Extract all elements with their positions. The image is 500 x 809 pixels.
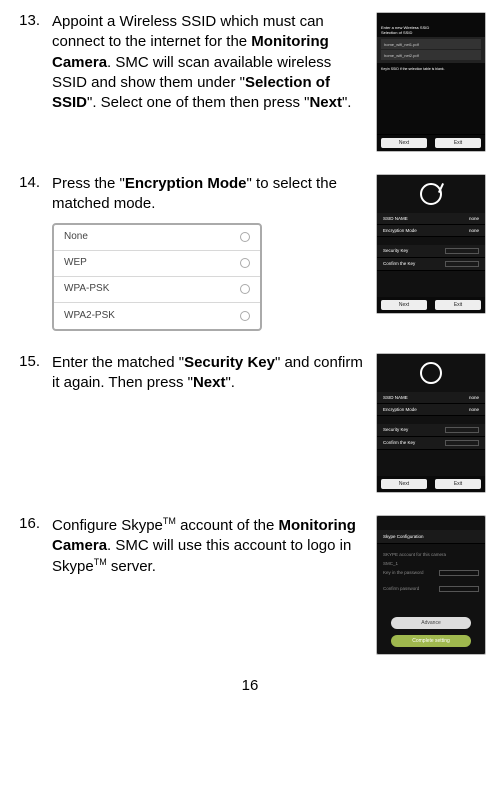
step-number: 14. bbox=[14, 174, 42, 191]
label: Encryption Mode bbox=[383, 407, 417, 412]
screenshot-step-13: Enter a new Wireless SSID Selection of S… bbox=[376, 12, 486, 152]
step-number: 16. bbox=[14, 515, 42, 532]
radio-icon bbox=[240, 258, 250, 268]
step-text: Configure SkypeTM account of the Monitor… bbox=[52, 515, 366, 578]
ss-title: Skype Configuration bbox=[377, 530, 485, 544]
input-box bbox=[445, 261, 479, 267]
label: Security Key bbox=[383, 427, 408, 433]
radio-icon bbox=[240, 232, 250, 242]
label: SSID NAME bbox=[383, 395, 408, 400]
value: none bbox=[469, 228, 479, 233]
value: none bbox=[469, 407, 479, 412]
input-box bbox=[445, 427, 479, 433]
ssid-row: home_wifi_net2.pdf bbox=[381, 50, 481, 61]
bold-text: Next bbox=[309, 94, 342, 111]
ss-hint: Keyin SSID if the selection table is bla… bbox=[377, 63, 485, 134]
ss-subtitle: Selection of SSID bbox=[381, 30, 481, 35]
label: Confirm password bbox=[383, 586, 419, 592]
exit-button: Exit bbox=[435, 300, 481, 310]
step-number: 13. bbox=[14, 12, 42, 29]
radio-icon bbox=[240, 284, 250, 294]
text: server. bbox=[107, 558, 156, 575]
step-16: 16. Configure SkypeTM account of the Mon… bbox=[14, 515, 486, 655]
screenshot-step-15: SSID NAME none Encryption Mode none Securi… bbox=[376, 353, 486, 493]
text: Enter the matched " bbox=[52, 354, 184, 371]
step-text: Appoint a Wireless SSID which must can c… bbox=[52, 12, 366, 113]
label: Key in the password bbox=[383, 570, 424, 576]
step-15: 15. Enter the matched "Security Key" and… bbox=[14, 353, 486, 493]
radio-icon bbox=[240, 311, 250, 321]
ssid-row: home_wifi_net1.pdf bbox=[381, 39, 481, 50]
bold-text: Security Key bbox=[184, 354, 275, 371]
text: Press the " bbox=[52, 175, 125, 192]
label: Security Key bbox=[383, 248, 408, 254]
page-number: 16 bbox=[14, 677, 486, 694]
input-box bbox=[445, 248, 479, 254]
text: Configure Skype bbox=[52, 517, 163, 534]
value: none bbox=[469, 216, 479, 221]
dropdown-option: None bbox=[54, 225, 260, 251]
screenshot-step-14: SSID NAME none Encryption Mode none Securi… bbox=[376, 174, 486, 314]
input-box bbox=[445, 440, 479, 446]
step-13: 13. Appoint a Wireless SSID which must c… bbox=[14, 12, 486, 152]
label: Encryption Mode bbox=[383, 228, 417, 233]
dropdown-option: WEP bbox=[54, 251, 260, 277]
wifi-icon bbox=[420, 183, 442, 205]
text: ". Select one of them then press " bbox=[87, 94, 309, 111]
label: Confirm the Key bbox=[383, 261, 415, 267]
input-box bbox=[439, 586, 479, 592]
trademark: TM bbox=[94, 557, 107, 567]
step-text: Enter the matched "Security Key" and con… bbox=[52, 353, 366, 394]
value: SMC_1 bbox=[383, 561, 398, 566]
bold-text: Next bbox=[193, 374, 226, 391]
trademark: TM bbox=[163, 516, 176, 526]
next-button: Next bbox=[381, 479, 427, 489]
step-number: 15. bbox=[14, 353, 42, 370]
label: SSID NAME bbox=[383, 216, 408, 221]
dropdown-option: WPA2-PSK bbox=[54, 303, 260, 329]
step-text: Press the "Encryption Mode" to select th… bbox=[52, 174, 366, 331]
option-label: None bbox=[64, 230, 88, 244]
exit-button: Exit bbox=[435, 138, 481, 148]
input-box bbox=[439, 570, 479, 576]
screenshot-step-16: Skype Configuration SKYPE account for th… bbox=[376, 515, 486, 655]
option-label: WPA2-PSK bbox=[64, 309, 115, 323]
option-label: WEP bbox=[64, 256, 87, 270]
bold-text: Encryption Mode bbox=[125, 175, 247, 192]
label: SKYPE account for this camera bbox=[383, 552, 446, 557]
option-label: WPA-PSK bbox=[64, 282, 109, 296]
complete-button: Complete setting bbox=[391, 635, 471, 647]
dropdown-option: WPA-PSK bbox=[54, 277, 260, 303]
advance-button: Advance bbox=[391, 617, 471, 629]
text: ". bbox=[225, 374, 235, 391]
label: Confirm the Key bbox=[383, 440, 415, 446]
encryption-dropdown: None WEP WPA-PSK WPA2-PSK bbox=[52, 223, 262, 331]
next-button: Next bbox=[381, 138, 427, 148]
exit-button: Exit bbox=[435, 479, 481, 489]
text: ". bbox=[342, 94, 352, 111]
next-button: Next bbox=[381, 300, 427, 310]
value: none bbox=[469, 395, 479, 400]
text: account of the bbox=[176, 517, 279, 534]
wifi-icon bbox=[420, 362, 442, 384]
step-14: 14. Press the "Encryption Mode" to selec… bbox=[14, 174, 486, 331]
